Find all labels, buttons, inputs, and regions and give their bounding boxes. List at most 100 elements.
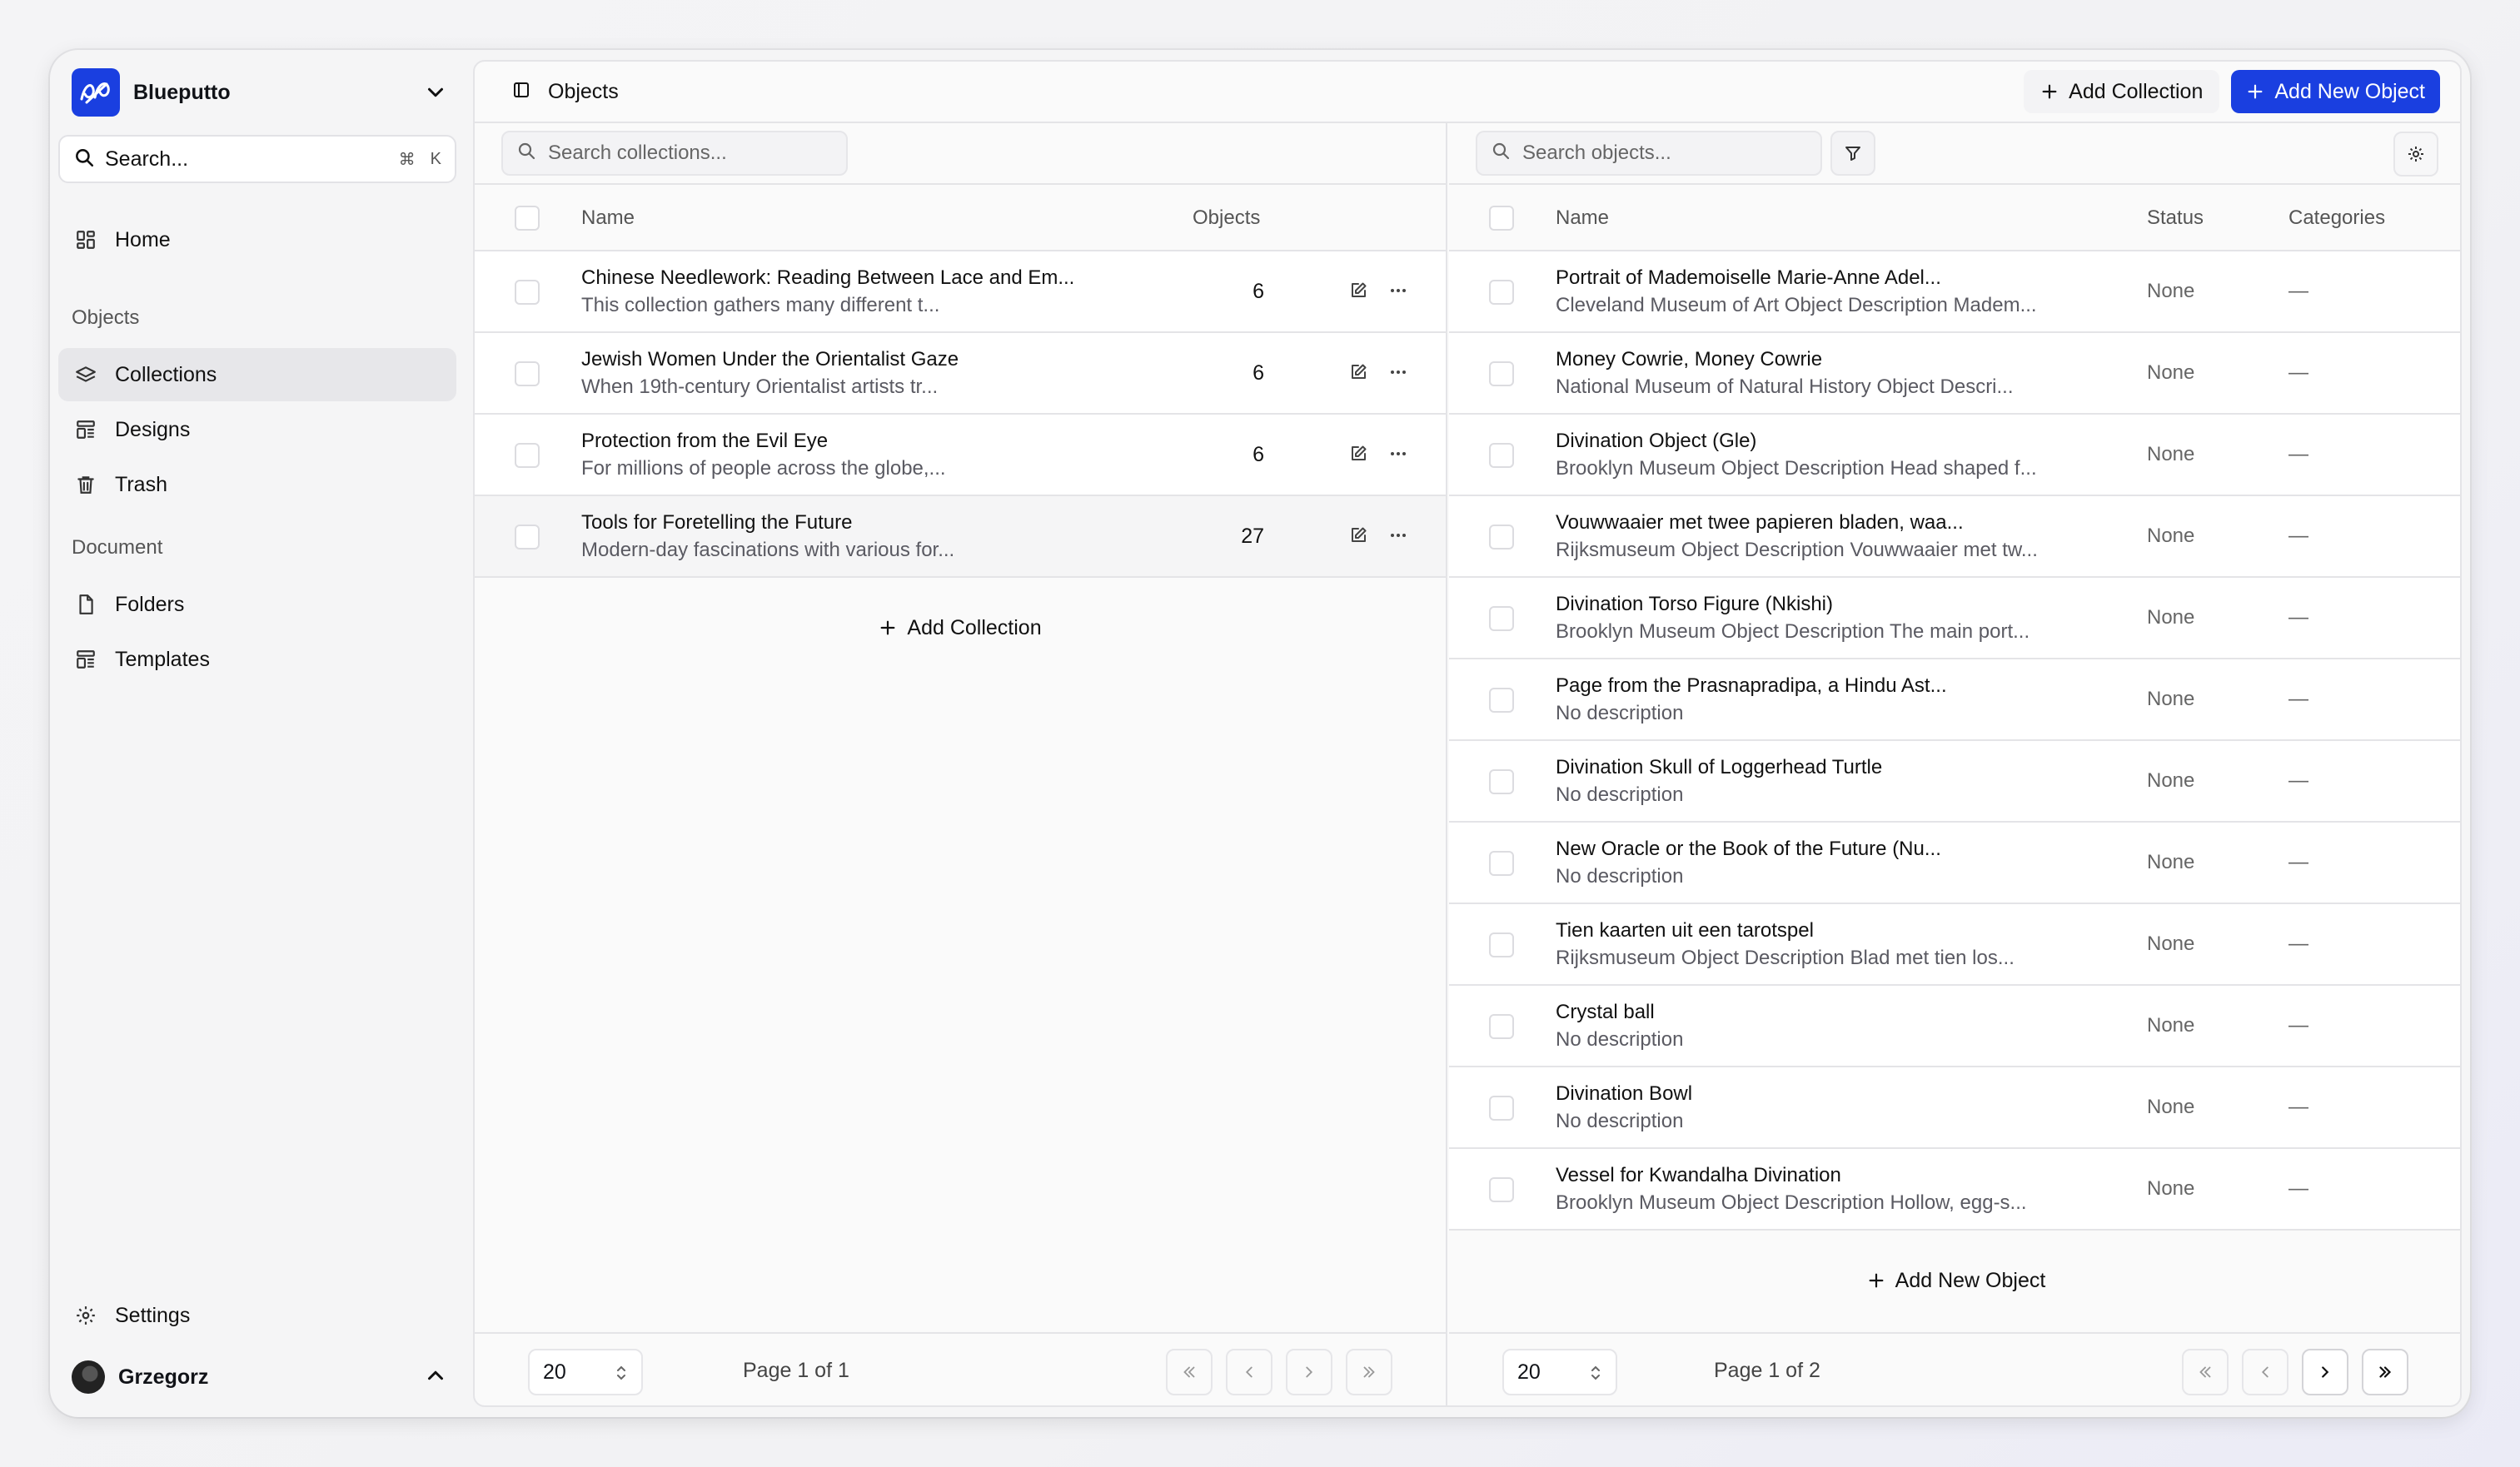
collections-rows: Chinese Needlework: Reading Between Lace…	[475, 251, 1446, 578]
row-checkbox[interactable]	[1489, 443, 1514, 468]
object-status: None	[2147, 688, 2195, 710]
row-checkbox[interactable]	[1489, 280, 1514, 305]
object-title: Money Cowrie, Money Cowrie	[1556, 348, 1823, 370]
table-row[interactable]: Divination Bowl No description None —	[1449, 1067, 2460, 1149]
edit-icon[interactable]	[1346, 360, 1371, 385]
next-page-button[interactable]	[2302, 1349, 2348, 1395]
column-header-status[interactable]: Status	[2147, 206, 2204, 230]
sidebar-item-collections[interactable]: Collections	[58, 348, 456, 401]
user-menu[interactable]: Grzegorz	[72, 1354, 448, 1400]
table-row[interactable]: Portrait of Mademoiselle Marie-Anne Adel…	[1449, 251, 2460, 333]
table-row[interactable]: Vessel for Kwandalha Divination Brooklyn …	[1449, 1149, 2460, 1231]
sidebar-item-label: Designs	[115, 417, 191, 441]
row-checkbox[interactable]	[1489, 1014, 1514, 1039]
table-row[interactable]: Jewish Women Under the Orientalist Gaze W…	[475, 333, 1446, 415]
plus-icon	[2248, 84, 2263, 99]
page-size-value: 20	[543, 1360, 566, 1384]
table-settings-button[interactable]	[2393, 132, 2438, 177]
sidebar-item-trash[interactable]: Trash	[58, 458, 456, 511]
sidebar-item-settings[interactable]: Settings	[58, 1289, 456, 1342]
object-status: None	[2147, 525, 2195, 547]
search-placeholder: Search...	[105, 147, 189, 171]
table-row[interactable]: Tien kaarten uit een tarotspel Rijksmuseu…	[1449, 904, 2460, 986]
table-row[interactable]: Money Cowrie, Money Cowrie National Museu…	[1449, 333, 2460, 415]
search-icon	[73, 147, 95, 172]
select-all-checkbox[interactable]	[1489, 206, 1514, 231]
more-icon[interactable]	[1386, 278, 1411, 303]
table-row[interactable]: Divination Torso Figure (Nkishi) Brooklyn…	[1449, 578, 2460, 659]
column-header-categories[interactable]: Categories	[2288, 206, 2385, 230]
row-checkbox[interactable]	[1489, 851, 1514, 876]
row-checkbox[interactable]	[1489, 688, 1514, 713]
table-row[interactable]: Page from the Prasnapradipa, a Hindu Ast…	[1449, 659, 2460, 741]
global-search[interactable]: Search... ⌘ K	[58, 135, 456, 183]
table-row[interactable]: Protection from the Evil Eye For millions…	[475, 415, 1446, 496]
edit-icon[interactable]	[1346, 441, 1371, 466]
first-page-icon	[2199, 1366, 2211, 1378]
filter-button[interactable]	[1830, 131, 1875, 176]
row-checkbox[interactable]	[1489, 1096, 1514, 1121]
column-header-objects[interactable]: Objects	[1193, 206, 1260, 230]
search-collections-input[interactable]: Search collections...	[501, 131, 848, 176]
last-page-button[interactable]	[1346, 1349, 1392, 1395]
sidebar-toggle-icon[interactable]	[511, 80, 531, 104]
next-page-button[interactable]	[1286, 1349, 1332, 1395]
row-checkbox[interactable]	[1489, 525, 1514, 550]
row-checkbox[interactable]	[515, 280, 540, 305]
search-objects-input[interactable]: Search objects...	[1476, 131, 1822, 176]
table-row[interactable]: Tools for Foretelling the Future Modern-d…	[475, 496, 1446, 578]
row-checkbox[interactable]	[515, 525, 540, 550]
row-checkbox[interactable]	[1489, 1177, 1514, 1202]
next-page-icon	[1306, 1366, 1313, 1378]
prev-page-button[interactable]	[2242, 1349, 2288, 1395]
sidebar-item-home[interactable]: Home	[58, 213, 456, 266]
last-page-button[interactable]	[2362, 1349, 2408, 1395]
sidebar-item-folders[interactable]: Folders	[58, 578, 456, 631]
collections-table-header: Name Objects	[475, 185, 1446, 251]
object-categories: —	[2288, 769, 2308, 792]
sidebar-item-designs[interactable]: Designs	[58, 403, 456, 456]
row-checkbox[interactable]	[515, 443, 540, 468]
object-status: None	[2147, 606, 2195, 629]
row-checkbox[interactable]	[1489, 361, 1514, 386]
more-icon[interactable]	[1386, 360, 1411, 385]
row-checkbox[interactable]	[1489, 769, 1514, 794]
workspace-switcher[interactable]: Blueputto	[72, 65, 448, 120]
prev-page-button[interactable]	[1226, 1349, 1272, 1395]
prev-page-icon	[1245, 1366, 1253, 1378]
page-size-select[interactable]: 20	[528, 1349, 643, 1395]
add-collection-button[interactable]: Add Collection	[2024, 70, 2220, 113]
add-new-object-button[interactable]: Add New Object	[2231, 70, 2440, 113]
collection-description: For millions of people across the globe,…	[581, 457, 946, 480]
prev-page-icon	[2261, 1366, 2268, 1378]
page-info: Page 1 of 1	[743, 1359, 849, 1382]
add-object-row-button[interactable]: Add New Object	[1449, 1231, 2460, 1330]
select-all-checkbox[interactable]	[515, 206, 540, 231]
table-row[interactable]: Crystal ball No description None —	[1449, 986, 2460, 1067]
object-categories: —	[2288, 1096, 2308, 1118]
row-checkbox[interactable]	[515, 361, 540, 386]
object-categories: —	[2288, 932, 2308, 955]
row-checkbox[interactable]	[1489, 932, 1514, 957]
table-row[interactable]: Vouwwaaier met twee papieren bladen, waa…	[1449, 496, 2460, 578]
table-row[interactable]: Divination Object (Gle) Brooklyn Museum O…	[1449, 415, 2460, 496]
more-icon[interactable]	[1386, 441, 1411, 466]
first-page-button[interactable]	[1166, 1349, 1213, 1395]
add-collection-row-button[interactable]: Add Collection	[475, 578, 1446, 678]
column-header-name[interactable]: Name	[581, 206, 635, 230]
table-row[interactable]: New Oracle or the Book of the Future (Nu…	[1449, 823, 2460, 904]
row-checkbox[interactable]	[1489, 606, 1514, 631]
collection-description: This collection gathers many different t…	[581, 294, 940, 316]
first-page-button[interactable]	[2182, 1349, 2229, 1395]
edit-icon[interactable]	[1346, 523, 1371, 548]
column-header-name[interactable]: Name	[1556, 206, 1609, 230]
more-icon[interactable]	[1386, 523, 1411, 548]
sidebar-item-templates[interactable]: Templates	[58, 633, 456, 686]
edit-icon[interactable]	[1346, 278, 1371, 303]
table-row[interactable]: Divination Skull of Loggerhead Turtle No …	[1449, 741, 2460, 823]
filter-icon	[1845, 147, 1860, 161]
table-row[interactable]: Chinese Needlework: Reading Between Lace…	[475, 251, 1446, 333]
page-size-select[interactable]: 20	[1502, 1349, 1617, 1395]
object-categories: —	[2288, 525, 2308, 547]
search-icon	[1491, 141, 1511, 167]
